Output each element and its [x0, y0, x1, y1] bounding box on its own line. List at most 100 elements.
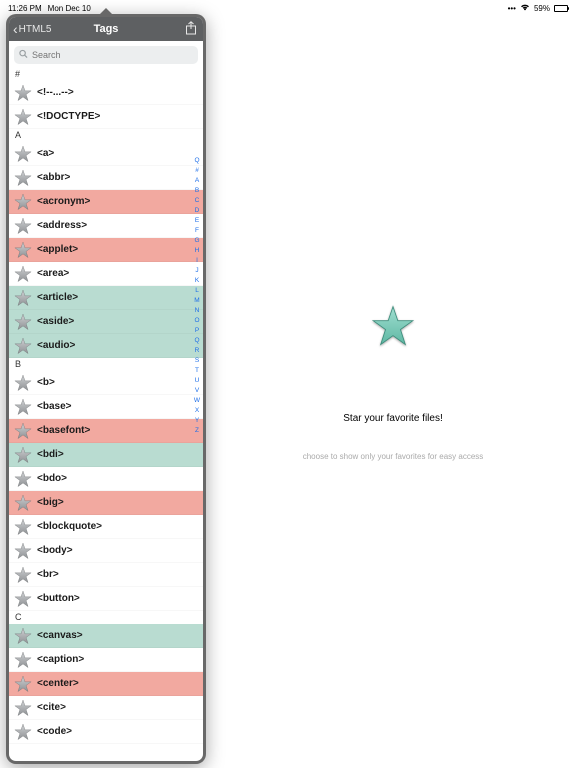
- index-letter[interactable]: #: [195, 167, 199, 174]
- favorite-star-icon[interactable]: [13, 722, 33, 742]
- tag-label: <article>: [37, 292, 78, 303]
- favorite-star-icon[interactable]: [13, 192, 33, 212]
- tag-row[interactable]: <blockquote>: [9, 515, 203, 539]
- favorite-star-icon[interactable]: [13, 83, 33, 103]
- index-letter[interactable]: P: [195, 327, 199, 334]
- tag-label: <big>: [37, 497, 64, 508]
- tag-row[interactable]: <acronym>: [9, 190, 203, 214]
- favorite-star-icon[interactable]: [13, 264, 33, 284]
- tag-row[interactable]: <base>: [9, 395, 203, 419]
- search-input[interactable]: [14, 46, 198, 64]
- chevron-left-icon: ‹: [13, 22, 18, 36]
- tag-row[interactable]: <canvas>: [9, 624, 203, 648]
- status-time: 11:26 PM: [8, 4, 42, 13]
- tag-row[interactable]: <caption>: [9, 648, 203, 672]
- index-letter[interactable]: W: [194, 397, 200, 404]
- index-letter[interactable]: M: [194, 297, 199, 304]
- index-letter[interactable]: I: [196, 257, 198, 264]
- tag-row[interactable]: <abbr>: [9, 166, 203, 190]
- tag-row[interactable]: <code>: [9, 720, 203, 744]
- tag-row[interactable]: <body>: [9, 539, 203, 563]
- favorite-star-icon[interactable]: [13, 373, 33, 393]
- index-letter[interactable]: L: [195, 287, 199, 294]
- favorite-star-icon[interactable]: [13, 541, 33, 561]
- favorite-star-icon[interactable]: [13, 312, 33, 332]
- favorite-star-icon[interactable]: [13, 168, 33, 188]
- tag-label: <acronym>: [37, 196, 90, 207]
- index-letter[interactable]: R: [195, 347, 200, 354]
- battery-percent: 59%: [534, 4, 550, 13]
- favorite-star-icon[interactable]: [13, 144, 33, 164]
- cellular-dots-icon: •••: [508, 4, 516, 13]
- favorite-star-icon[interactable]: [13, 445, 33, 465]
- index-letter[interactable]: H: [195, 247, 200, 254]
- tag-row[interactable]: <big>: [9, 491, 203, 515]
- index-letter[interactable]: X: [195, 407, 199, 414]
- tag-row[interactable]: <aside>: [9, 310, 203, 334]
- tag-row[interactable]: <address>: [9, 214, 203, 238]
- battery-icon: [554, 5, 568, 12]
- index-letter[interactable]: Q: [194, 337, 199, 344]
- index-letter[interactable]: A: [195, 177, 199, 184]
- tag-label: <a>: [37, 148, 54, 159]
- tag-row[interactable]: <area>: [9, 262, 203, 286]
- section-index[interactable]: Q#ABCDEFGHIJKLMNOPQRSTUVWXYZ: [192, 157, 202, 434]
- index-letter[interactable]: C: [195, 197, 200, 204]
- favorite-star-icon[interactable]: [13, 421, 33, 441]
- tag-row[interactable]: <center>: [9, 672, 203, 696]
- index-letter[interactable]: U: [195, 377, 200, 384]
- tag-label: <!--...-->: [37, 87, 74, 98]
- index-letter[interactable]: V: [195, 387, 199, 394]
- tag-label: <code>: [37, 726, 72, 737]
- favorite-star-icon[interactable]: [13, 107, 33, 127]
- favorite-star-icon[interactable]: [13, 469, 33, 489]
- share-button[interactable]: [185, 21, 197, 38]
- tag-row[interactable]: <b>: [9, 371, 203, 395]
- index-letter[interactable]: E: [195, 217, 199, 224]
- tag-row[interactable]: <article>: [9, 286, 203, 310]
- tag-row[interactable]: <!DOCTYPE>: [9, 105, 203, 129]
- tag-label: <audio>: [37, 340, 75, 351]
- status-bar: 11:26 PM Mon Dec 10 ••• 59%: [0, 0, 576, 14]
- favorite-star-icon[interactable]: [13, 565, 33, 585]
- favorite-star-icon[interactable]: [13, 626, 33, 646]
- index-letter[interactable]: G: [194, 237, 199, 244]
- index-letter[interactable]: K: [195, 277, 199, 284]
- tag-label: <applet>: [37, 244, 78, 255]
- favorite-star-icon[interactable]: [13, 650, 33, 670]
- tag-row[interactable]: <br>: [9, 563, 203, 587]
- index-letter[interactable]: D: [195, 207, 200, 214]
- favorite-star-icon[interactable]: [13, 493, 33, 513]
- favorite-star-icon[interactable]: [13, 336, 33, 356]
- favorite-star-icon[interactable]: [13, 674, 33, 694]
- index-letter[interactable]: Z: [195, 427, 199, 434]
- index-letter[interactable]: T: [195, 367, 199, 374]
- index-letter[interactable]: J: [195, 267, 198, 274]
- favorite-star-icon[interactable]: [13, 288, 33, 308]
- index-letter[interactable]: Y: [195, 417, 199, 424]
- index-letter[interactable]: S: [195, 357, 199, 364]
- favorite-star-icon[interactable]: [13, 216, 33, 236]
- tag-label: <!DOCTYPE>: [37, 111, 100, 122]
- favorite-star-icon[interactable]: [13, 698, 33, 718]
- index-letter[interactable]: N: [195, 307, 200, 314]
- tag-row[interactable]: <applet>: [9, 238, 203, 262]
- tag-row[interactable]: <cite>: [9, 696, 203, 720]
- index-letter[interactable]: Q: [194, 157, 199, 164]
- index-letter[interactable]: O: [194, 317, 199, 324]
- tag-row[interactable]: <bdo>: [9, 467, 203, 491]
- tag-row[interactable]: <bdi>: [9, 443, 203, 467]
- favorite-star-icon[interactable]: [13, 517, 33, 537]
- favorite-star-icon[interactable]: [13, 589, 33, 609]
- tag-row[interactable]: <!--...-->: [9, 81, 203, 105]
- tag-row[interactable]: <basefont>: [9, 419, 203, 443]
- index-letter[interactable]: F: [195, 227, 199, 234]
- tag-row[interactable]: <audio>: [9, 334, 203, 358]
- tag-row[interactable]: <button>: [9, 587, 203, 611]
- back-button[interactable]: ‹ HTML5: [13, 22, 51, 36]
- favorite-star-icon[interactable]: [13, 240, 33, 260]
- index-letter[interactable]: B: [195, 187, 199, 194]
- tags-list[interactable]: # <!--...--> <!DOCTYPE> A <a> <abbr> <acronym>…: [9, 68, 203, 761]
- favorite-star-icon[interactable]: [13, 397, 33, 417]
- tag-row[interactable]: <a>: [9, 142, 203, 166]
